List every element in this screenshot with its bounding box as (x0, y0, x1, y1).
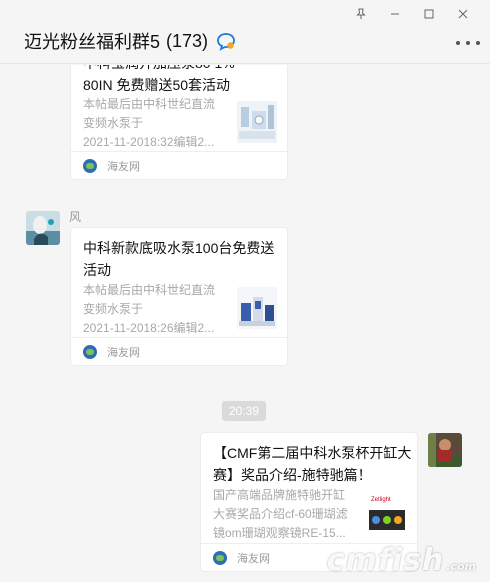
avatar[interactable] (26, 211, 60, 245)
card-desc-line: 大赛奖品介绍cf-60珊瑚滤 (213, 507, 348, 521)
card-desc-line: 镜om珊瑚观察镜RE-15... (213, 526, 346, 540)
link-card[interactable]: 中科宝润井加压泵80 1% 80IN 免费赠送50套活动 本帖最后由中科世纪直流… (70, 65, 288, 180)
card-title-line: 赛】奖品介绍-施特驰篇！ (213, 467, 372, 483)
card-desc-line: 2021-11-2018:32编辑2... (83, 135, 215, 149)
watermark-suffix: .com (446, 560, 476, 573)
card-title-line: 中科新款底吸水泵100台免费送 (83, 240, 275, 256)
card-thumbnail (237, 287, 277, 329)
group-chat-icon[interactable] (216, 31, 236, 51)
card-title-line: 80IN 免费赠送50套活动 (83, 77, 231, 93)
member-count: (173) (166, 30, 209, 51)
watermark: cmfish .com (327, 543, 476, 578)
card-description: 本帖最后由中科世纪直流 变频水泵于 2021-11-2018:26编辑2... (83, 281, 223, 338)
card-description: 国产高端品牌施特驰开缸 大赛奖品介绍cf-60珊瑚滤 镜om珊瑚观察镜RE-15… (213, 486, 363, 543)
card-desc-line: 变频水泵于 (83, 302, 144, 316)
group-name: 迈光粉丝福利群5 (24, 32, 161, 52)
card-desc-line: 2021-11-2018:26编辑2... (83, 321, 215, 335)
card-description: 本帖最后由中科世纪直流 变频水泵于 2021-11-2018:32编辑2... (83, 95, 223, 152)
card-thumbnail: Zetlight (367, 492, 407, 534)
card-title: 中科宝润井加压泵80 1% 80IN 免费赠送50套活动 (83, 65, 283, 96)
chat-header: 迈光粉丝福利群5 (173) (0, 0, 490, 64)
card-desc-line: 本帖最后由中科世纪直流 (83, 283, 216, 297)
close-icon[interactable] (446, 4, 480, 24)
svg-text:Zetlight: Zetlight (371, 497, 391, 503)
message-list[interactable]: 中科宝润井加压泵80 1% 80IN 免费赠送50套活动 本帖最后由中科世纪直流… (0, 65, 490, 582)
source-logo-icon (83, 158, 97, 173)
minimize-icon[interactable] (378, 4, 412, 24)
timestamp: 20:39 (222, 401, 266, 421)
card-desc-line: 国产高端品牌施特驰开缸 (213, 488, 346, 502)
source-logo-icon (213, 550, 227, 565)
chat-title[interactable]: 迈光粉丝福利群5 (173) (24, 28, 236, 54)
card-source: 海友网 (71, 151, 287, 179)
pin-icon[interactable] (344, 4, 378, 24)
card-desc-line: 变频水泵于 (83, 116, 144, 130)
card-title-line: 【CMF第二届中科水泵杯开缸大 (213, 445, 412, 461)
avatar[interactable] (428, 433, 462, 467)
card-title: 【CMF第二届中科水泵杯开缸大 赛】奖品介绍-施特驰篇！ (213, 442, 415, 486)
source-logo-icon (83, 344, 97, 359)
watermark-main: cmfish (326, 543, 445, 578)
source-name: 海友网 (237, 552, 270, 565)
card-desc-line: 本帖最后由中科世纪直流 (83, 97, 216, 111)
card-source: 海友网 (71, 337, 287, 365)
more-options-icon[interactable] (456, 36, 480, 50)
link-card[interactable]: 中科新款底吸水泵100台免费送 活动 本帖最后由中科世纪直流 变频水泵于 202… (70, 227, 288, 366)
source-name: 海友网 (107, 160, 140, 173)
card-title-line: 活动 (83, 262, 111, 278)
sender-name: 风 (69, 210, 82, 224)
maximize-icon[interactable] (412, 4, 446, 24)
card-title: 中科新款底吸水泵100台免费送 活动 (83, 237, 283, 281)
card-thumbnail (237, 101, 277, 143)
card-title-line: 中科宝润井加压泵80 1% (83, 65, 283, 74)
source-name: 海友网 (107, 346, 140, 359)
